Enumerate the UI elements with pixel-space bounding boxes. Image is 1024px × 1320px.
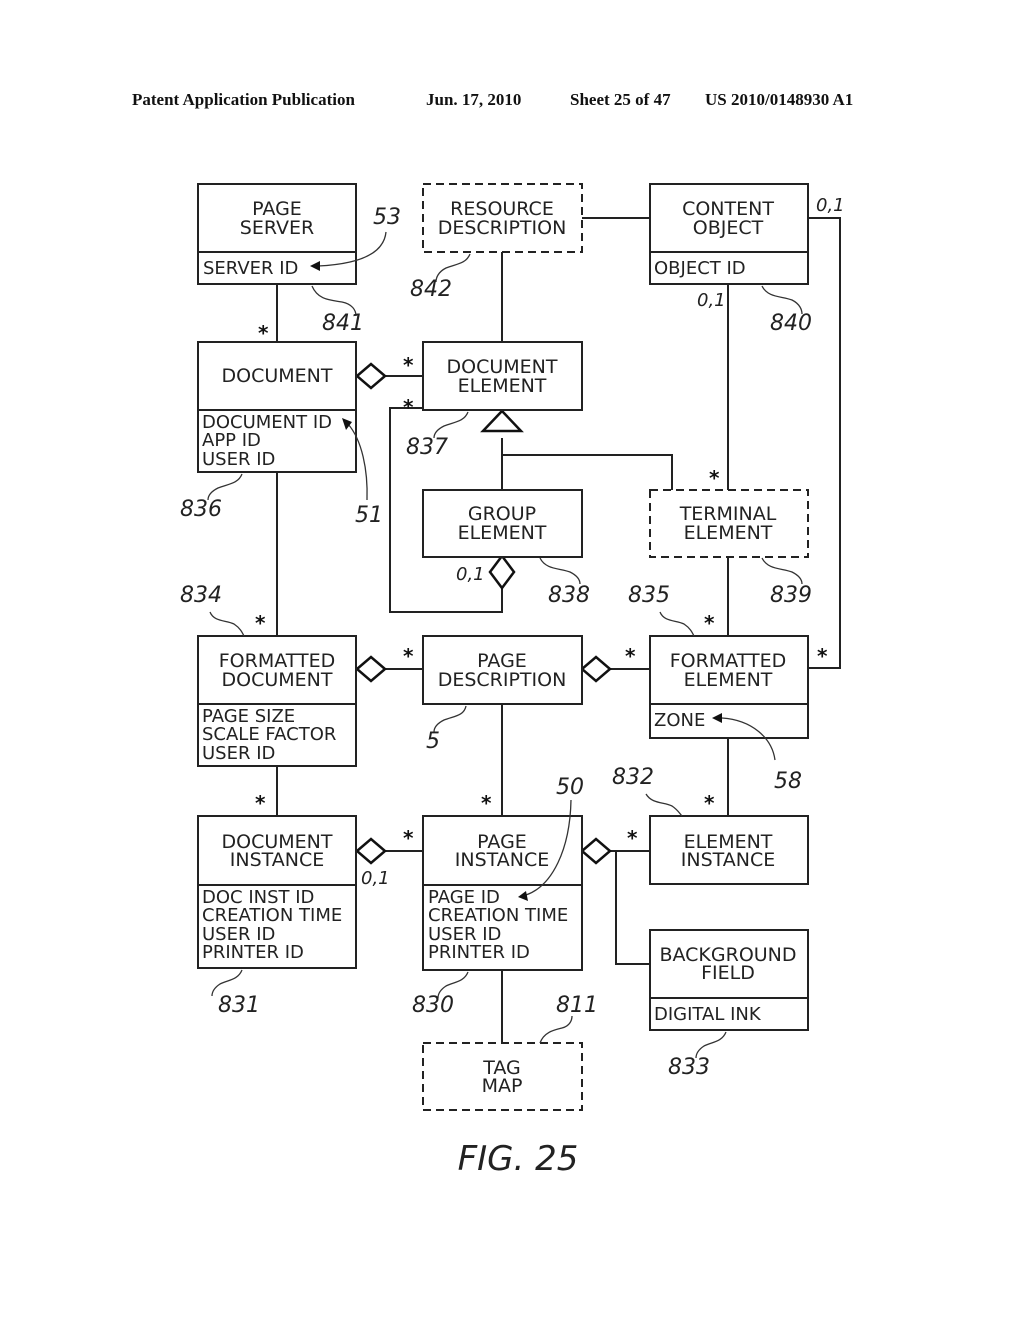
multiplicity-label: *	[258, 321, 269, 345]
figure-label: FIG. 25	[458, 1139, 579, 1179]
reference-numeral: 5	[426, 729, 440, 754]
class-title: DOCUMENT	[222, 365, 333, 387]
class-title: ELEMENT	[684, 669, 773, 691]
reference-numeral: 831	[218, 993, 260, 1018]
reference-numeral: 833	[668, 1055, 710, 1080]
class-attribute: PRINTER ID	[428, 942, 530, 963]
class-title: SERVER	[240, 217, 314, 239]
class-formatted-document: FORMATTED DOCUMENT PAGE SIZE SCALE FACTO…	[197, 635, 357, 767]
reference-numeral: 834	[180, 583, 222, 608]
link-generalization-terminal	[501, 438, 673, 490]
class-title: DESCRIPTION	[438, 217, 567, 239]
leader-line	[761, 285, 803, 315]
reference-numeral: 839	[770, 583, 812, 608]
class-attribute: ZONE	[654, 710, 705, 731]
multiplicity-label: *	[709, 466, 720, 490]
class-group-element: GROUP ELEMENT	[422, 489, 583, 558]
class-page-instance: PAGE INSTANCE PAGE ID CREATION TIME USER…	[422, 815, 583, 971]
multiplicity-label: *	[255, 791, 266, 815]
class-attribute: CREATION TIME	[428, 905, 568, 926]
annotation-numeral: 51	[355, 503, 383, 528]
multiplicity-label: *	[403, 826, 414, 850]
reference-numeral: 832	[612, 765, 654, 790]
reference-numeral: 837	[406, 435, 448, 460]
multiplicity-label: *	[481, 791, 492, 815]
reference-numeral: 838	[548, 583, 590, 608]
multiplicity-label: 0,1	[816, 195, 845, 216]
class-title: ELEMENT	[458, 522, 547, 544]
class-page-server: PAGE SERVER SERVER ID	[197, 183, 357, 285]
class-resource-description: RESOURCE DESCRIPTION	[422, 183, 583, 253]
leader-line	[539, 557, 581, 585]
annotation-numeral: 53	[373, 205, 401, 230]
uml-class-diagram: PAGE SERVER SERVER ID RESOURCE DESCRIPTI…	[180, 183, 845, 1179]
multiplicity-label: 0,1	[361, 868, 390, 889]
class-element-instance: ELEMENT INSTANCE	[649, 815, 809, 885]
class-document-instance: DOCUMENT INSTANCE DOC INST ID CREATION T…	[197, 815, 357, 969]
leader-line	[659, 611, 695, 637]
class-attribute: APP ID	[202, 430, 261, 451]
aggregation-diamond-icon	[355, 362, 387, 390]
class-title: ELEMENT	[458, 375, 547, 397]
multiplicity-label: 0,1	[456, 564, 485, 585]
aggregation-diamond-icon	[355, 837, 387, 865]
aggregation-diamond-icon	[580, 655, 612, 683]
leader-line	[761, 557, 803, 585]
reference-numeral: 830	[412, 993, 454, 1018]
class-formatted-element: FORMATTED ELEMENT ZONE	[649, 635, 809, 739]
multiplicity-label: *	[704, 791, 715, 815]
reference-numeral: 836	[180, 497, 222, 522]
leader-line	[539, 1015, 573, 1044]
class-terminal-element: TERMINAL ELEMENT	[649, 489, 809, 558]
class-title: DOCUMENT	[222, 669, 333, 691]
class-attribute: USER ID	[202, 449, 275, 470]
class-attribute: PRINTER ID	[202, 942, 304, 963]
annotation-numeral: 50	[556, 775, 584, 800]
class-attribute: CREATION TIME	[202, 905, 342, 926]
class-attribute: SCALE FACTOR	[202, 724, 336, 745]
multiplicity-label: *	[403, 353, 414, 377]
class-title: MAP	[482, 1075, 523, 1097]
class-background-field: BACKGROUND FIELD DIGITAL INK	[649, 929, 809, 1031]
class-title: FIELD	[701, 962, 755, 984]
class-attribute: OBJECT ID	[654, 258, 746, 279]
multiplicity-label: *	[704, 611, 715, 635]
multiplicity-label: 0,1	[697, 290, 726, 311]
reference-numeral: 840	[770, 311, 812, 336]
leader-line	[645, 793, 683, 817]
reference-numeral: 811	[556, 993, 598, 1018]
aggregation-diamond-icon	[488, 553, 516, 591]
class-attribute: USER ID	[202, 743, 275, 764]
class-title: ELEMENT	[684, 522, 773, 544]
class-document: DOCUMENT DOCUMENT ID APP ID USER ID	[197, 341, 357, 473]
multiplicity-label: *	[403, 644, 414, 668]
class-title: DESCRIPTION	[438, 669, 567, 691]
class-title: INSTANCE	[681, 849, 776, 871]
multiplicity-label: *	[403, 395, 414, 419]
leader-line	[209, 611, 245, 637]
link-page-instance-background-field	[615, 851, 650, 965]
multiplicity-label: *	[817, 644, 828, 668]
class-tag-map: TAG MAP	[422, 1042, 583, 1111]
generalization-triangle-icon	[480, 409, 524, 433]
reference-numeral: 835	[628, 583, 670, 608]
multiplicity-label: *	[625, 644, 636, 668]
class-content-object: CONTENT OBJECT OBJECT ID	[649, 183, 809, 285]
class-title: INSTANCE	[230, 849, 325, 871]
class-title: INSTANCE	[455, 849, 550, 871]
class-title: OBJECT	[693, 217, 764, 239]
reference-numeral: 841	[322, 311, 364, 336]
annotation-numeral: 58	[774, 769, 802, 794]
aggregation-diamond-icon	[355, 655, 387, 683]
multiplicity-label: *	[627, 826, 638, 850]
class-page-description: PAGE DESCRIPTION	[422, 635, 583, 705]
reference-numeral: 842	[410, 277, 452, 302]
multiplicity-label: *	[255, 611, 266, 635]
class-document-element: DOCUMENT ELEMENT	[422, 341, 583, 411]
aggregation-diamond-icon	[580, 837, 612, 865]
class-attribute: DIGITAL INK	[654, 1004, 762, 1025]
class-attribute: SERVER ID	[203, 258, 298, 279]
link-content-object-formatted-element	[808, 217, 841, 669]
